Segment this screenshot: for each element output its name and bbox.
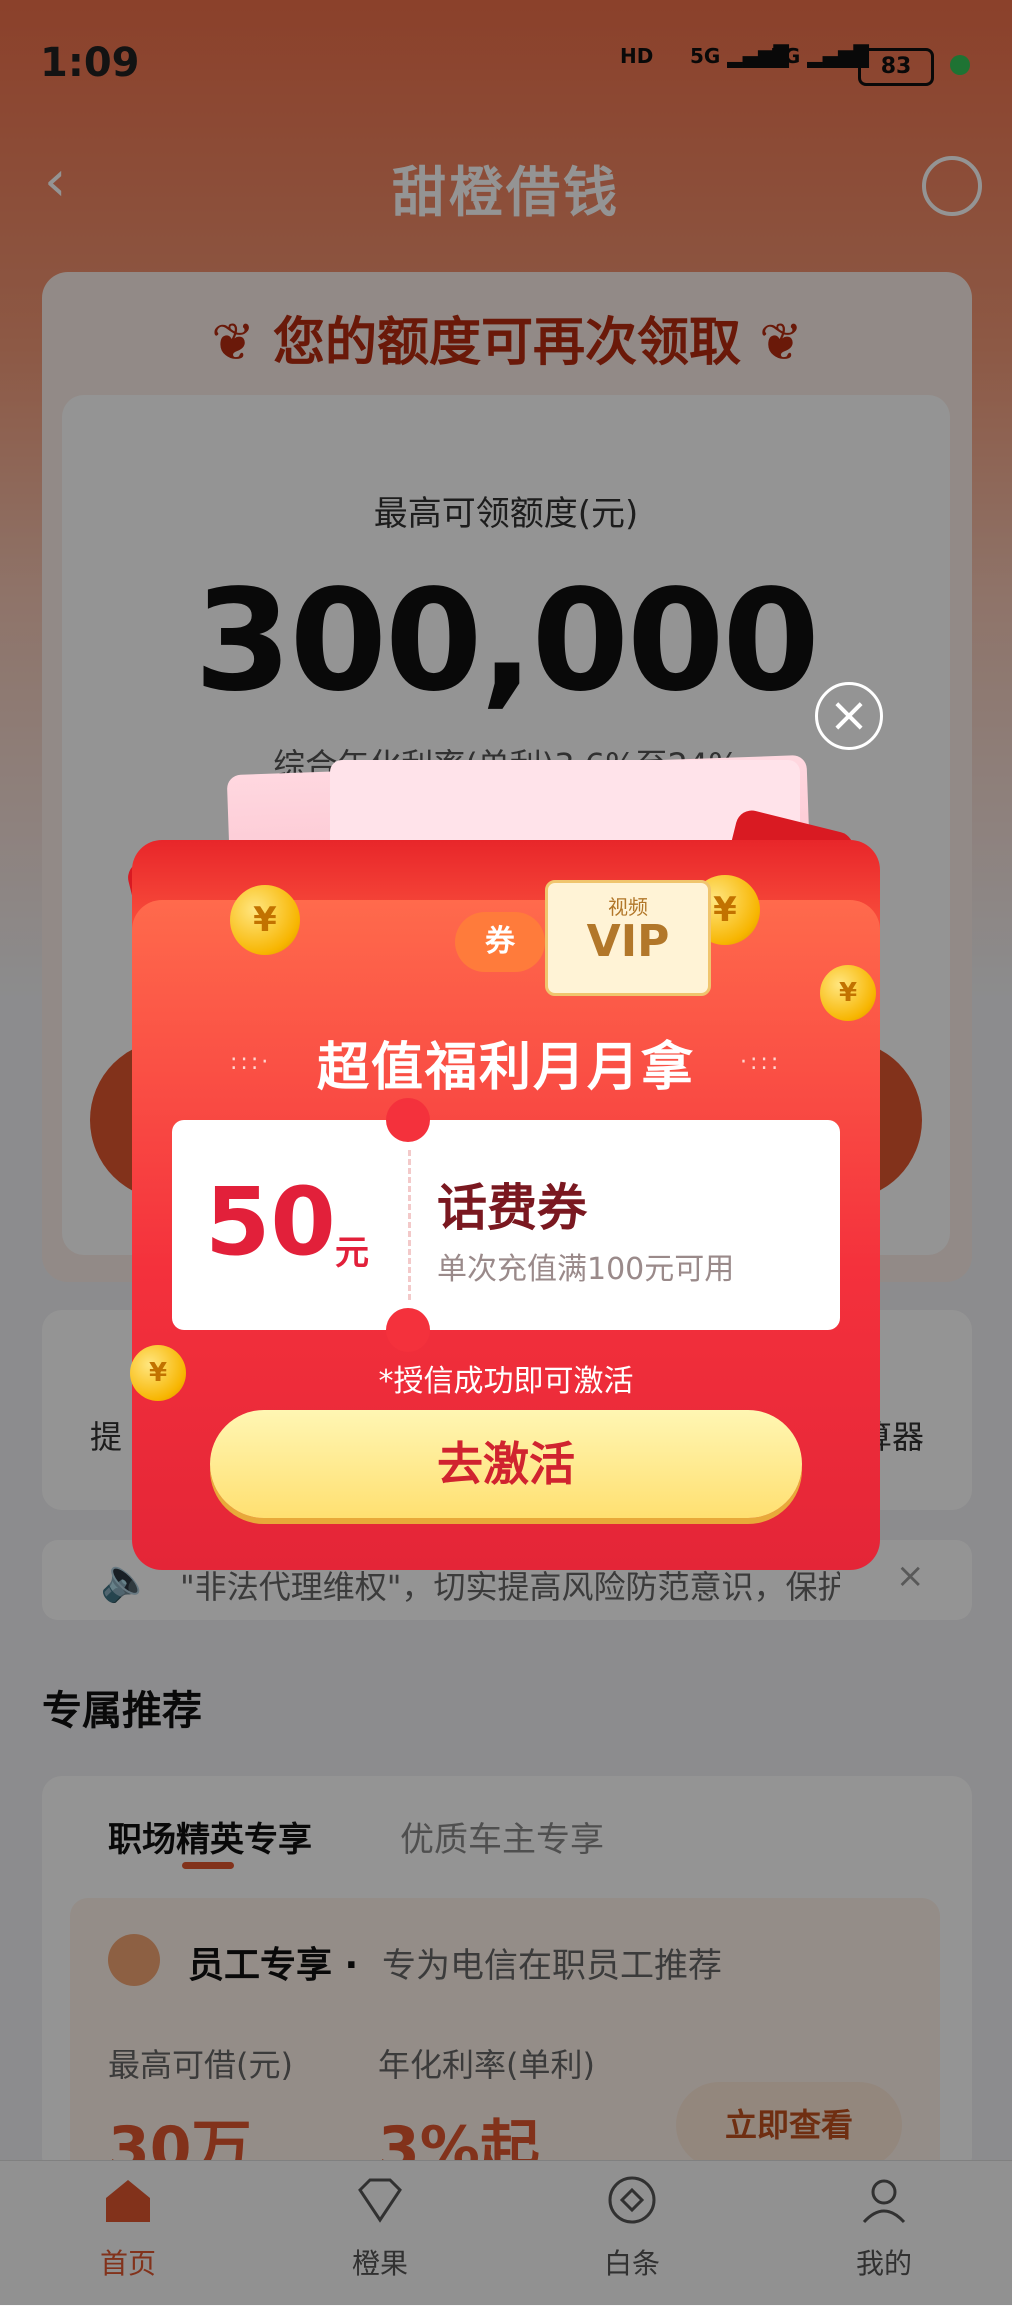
coupon-desc: 单次充值满100元可用: [437, 1252, 735, 1287]
coin-icon: ¥: [230, 885, 300, 955]
close-icon[interactable]: ×: [815, 682, 883, 750]
coupon-unit: 元: [335, 1233, 369, 1273]
coupon-notch: [386, 1308, 430, 1352]
coupon-name: 话费券: [437, 1179, 587, 1237]
vip-label: VIP: [586, 916, 670, 967]
coupon-amount: 50: [205, 1168, 336, 1277]
activation-note: *授信成功即可激活: [378, 1364, 634, 1399]
activate-button[interactable]: 去激活: [210, 1410, 802, 1518]
coupon-chip: 券: [455, 912, 545, 972]
coupon-divider: [408, 1150, 411, 1300]
coupon-notch: [386, 1098, 430, 1142]
popup-heading: 超值福利月月拿: [316, 1038, 695, 1098]
vip-card: 视频 VIP: [545, 880, 711, 996]
coin-icon: ¥: [820, 965, 876, 1021]
